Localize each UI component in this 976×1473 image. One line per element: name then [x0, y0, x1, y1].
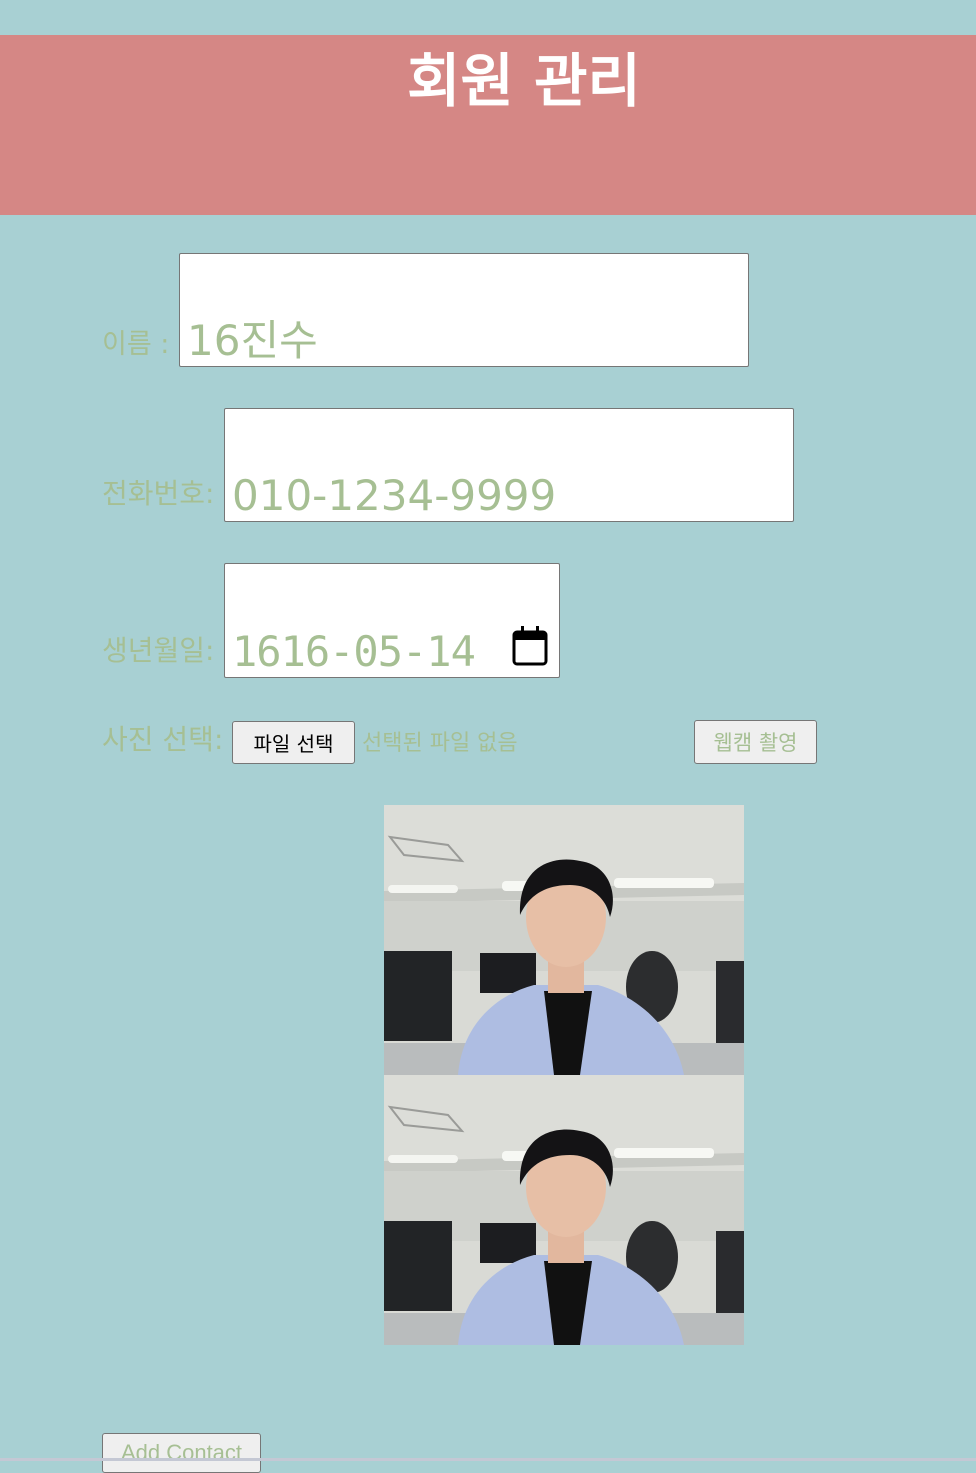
phone-input[interactable]: 010-1234-9999	[224, 408, 794, 522]
birthdate-input[interactable]: 1616-05-14	[224, 563, 560, 678]
photo-label: 사진 선택:	[102, 723, 224, 756]
file-status-text: 선택된 파일 없음	[362, 731, 518, 756]
webcam-capture-button[interactable]: 웹캠 촬영	[694, 720, 817, 764]
name-input-value: 16진수	[187, 316, 318, 365]
birthdate-input-value: 1616-05-14	[232, 627, 476, 676]
page-title: 회원 관리	[407, 47, 641, 115]
captured-photo	[384, 1075, 744, 1345]
captured-photo	[384, 805, 744, 1075]
phone-label: 전화번호:	[102, 477, 215, 510]
name-input[interactable]: 16진수	[179, 253, 749, 367]
calendar-icon[interactable]	[511, 625, 549, 667]
birthdate-label: 생년월일:	[102, 634, 215, 667]
name-label: 이름 :	[102, 329, 170, 360]
phone-input-value: 010-1234-9999	[232, 471, 557, 520]
add-contact-button[interactable]: Add Contact	[102, 1433, 261, 1473]
page-header: 회원 관리	[0, 35, 976, 215]
file-select-button[interactable]: 파일 선택	[232, 721, 355, 764]
